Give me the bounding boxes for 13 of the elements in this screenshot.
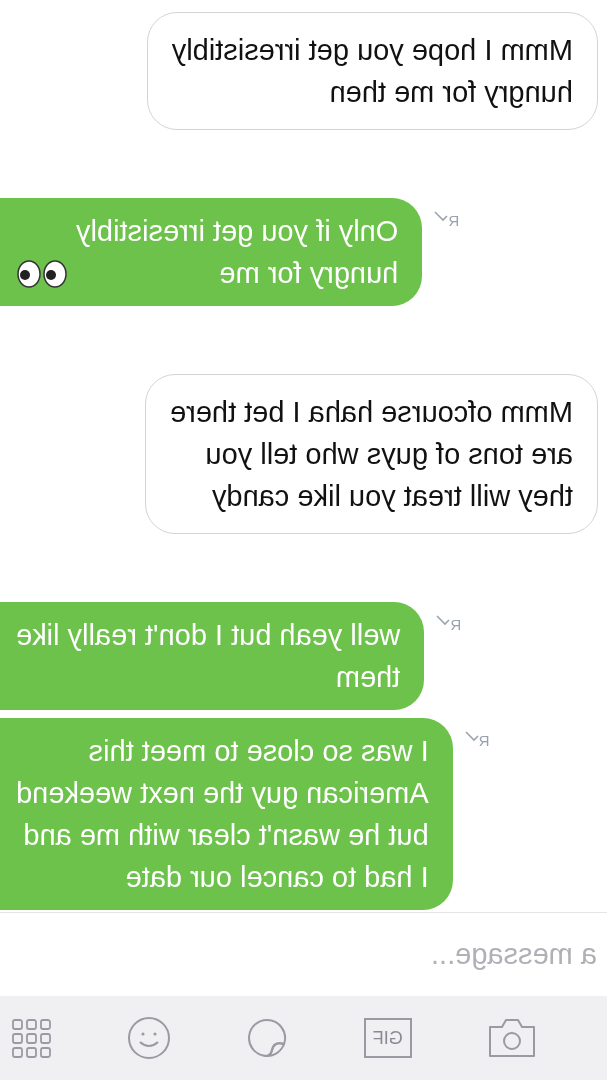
gif-button[interactable]: GIF <box>363 1018 412 1058</box>
read-receipt: R <box>464 730 490 753</box>
smiley-icon[interactable] <box>127 1016 172 1060</box>
message-text: well yeah but I don't really like them <box>16 618 401 695</box>
camera-icon[interactable] <box>487 1017 537 1059</box>
message-text: Mmm ofcourse haha I bet there are tons of guys who tell you they will treat you like candy <box>170 396 573 512</box>
read-receipt: R <box>436 614 462 637</box>
message-text: Mmm I hope you get irresistibly hungry for me then <box>171 34 573 108</box>
grid-icon[interactable] <box>12 1018 52 1058</box>
read-receipt: R <box>434 210 460 233</box>
sticker-icon[interactable] <box>246 1017 289 1059</box>
message-text: Only if you get irresistibly hungry for me <box>76 214 399 291</box>
message-text: I was so close to meet this American guy the next weekend but he wasn't clear with me and I had to cancel our date <box>16 734 429 895</box>
